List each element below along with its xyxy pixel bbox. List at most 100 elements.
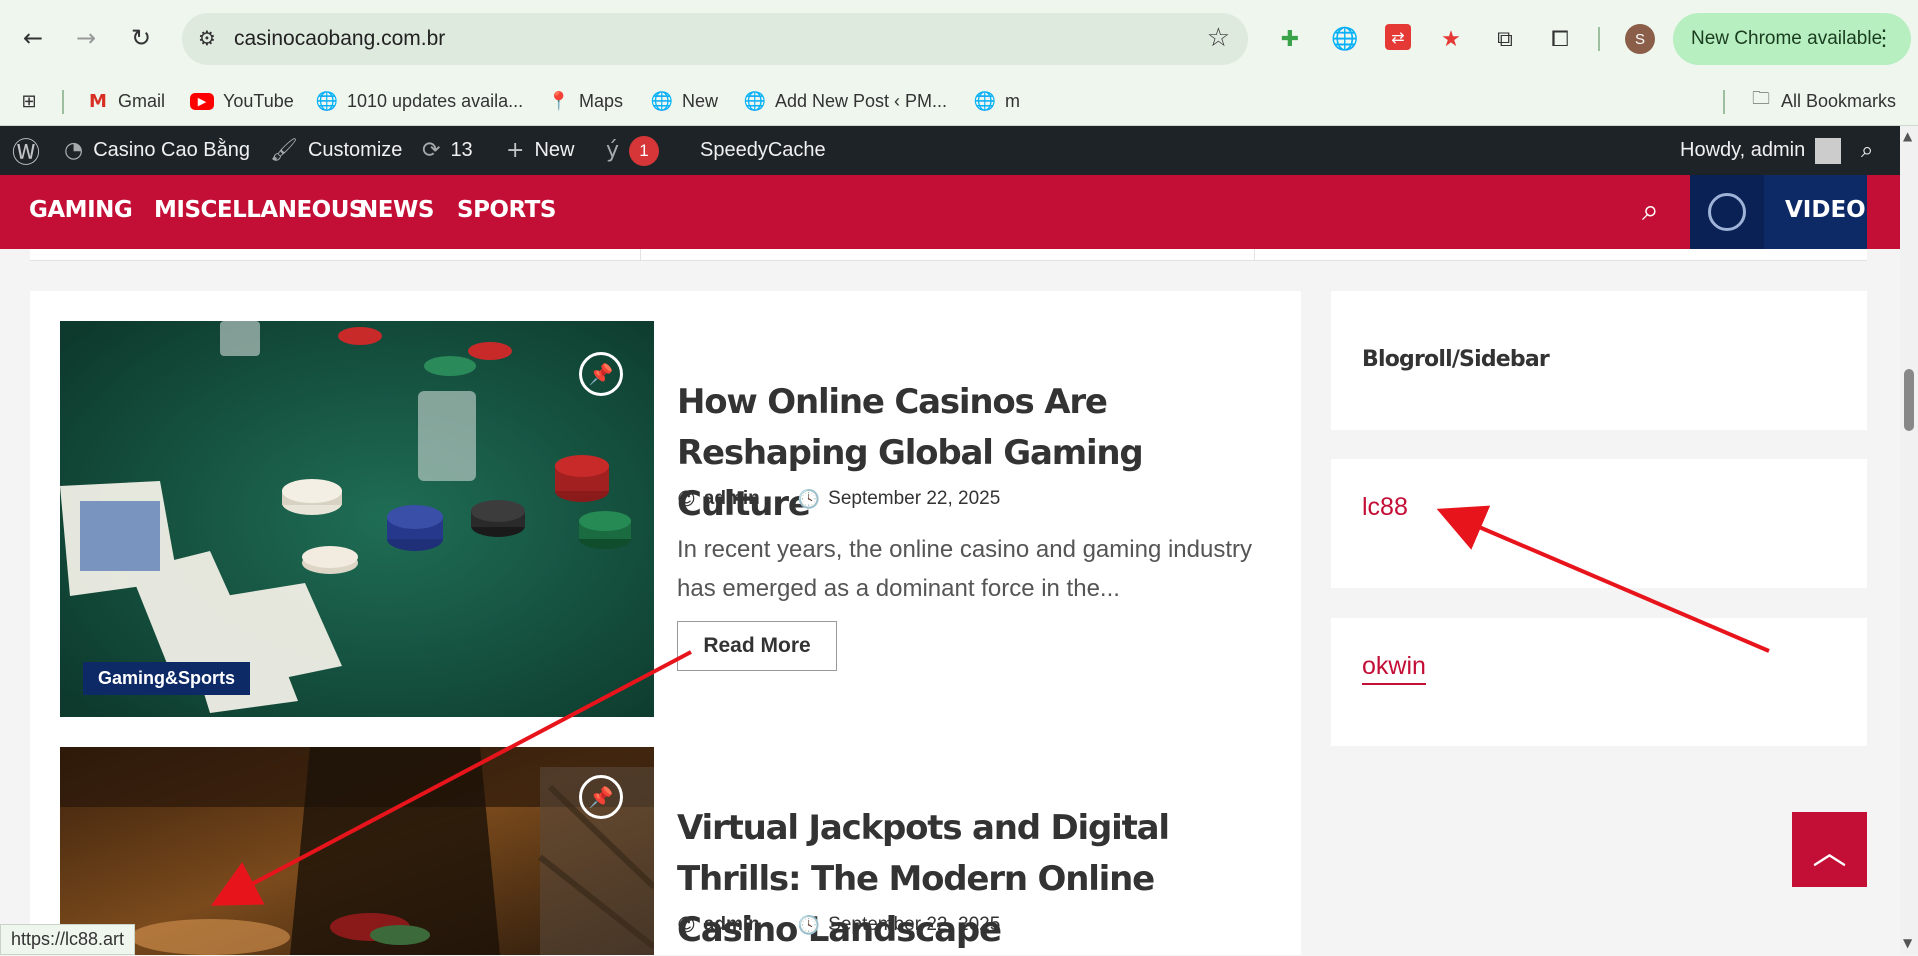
howdy-label: Howdy, admin [1680, 139, 1806, 161]
url-text[interactable]: casinocaobang.com.br [234, 27, 445, 51]
notification-badge: 1 [629, 135, 660, 166]
address-bar[interactable]: ⚙ casinocaobang.com.br ☆ [182, 13, 1248, 65]
browser-toolbar: ← → ↻ ⚙ casinocaobang.com.br ☆ ✚ 🌐 ⇄ ★ ⧉… [0, 0, 1918, 78]
apps-grid-icon[interactable]: ⊞ [18, 88, 40, 114]
menu-item-miscellaneous[interactable]: MISCELLANEOUS [154, 197, 365, 223]
dashboard-icon: ◔ [64, 138, 84, 163]
sidebar-widget: okwin [1331, 618, 1867, 746]
account-menu[interactable]: Howdy, admin [1680, 126, 1842, 175]
reload-icon[interactable]: ↻ [123, 20, 159, 56]
back-icon[interactable]: ← [15, 20, 51, 56]
post-meta: ☺ admin 🕓 September 22, 2025 [677, 488, 1000, 510]
post-thumbnail[interactable]: 📌 Gaming&Sports [60, 321, 654, 717]
video-play-area [1690, 175, 1764, 249]
bookmark-star-icon[interactable]: ☆ [1207, 23, 1230, 53]
more-menu-icon[interactable]: ⋮ [1873, 25, 1895, 51]
folder-icon: 🗀 [1752, 88, 1770, 109]
post-excerpt: In recent years, the online casino and g… [677, 536, 1253, 602]
bookmark-label: Gmail [118, 90, 166, 111]
all-bookmarks[interactable]: 🗀 All Bookmarks [1750, 88, 1896, 114]
all-bookmarks-label: All Bookmarks [1781, 90, 1897, 111]
avatar [1815, 137, 1842, 164]
video-label: VIDEO [1785, 197, 1866, 223]
extension-globe-icon[interactable]: 🌐 [1330, 24, 1360, 54]
wordpress-logo-icon[interactable]: Ⓦ [12, 126, 40, 175]
read-more-button[interactable]: Read More [677, 621, 837, 671]
bookmark-label: Add New Post ‹ PM... [775, 90, 948, 111]
status-bar-url: https://lc88.art [0, 924, 136, 955]
site-name-link[interactable]: ◔ Casino Cao Bằng [64, 126, 250, 175]
new-content-link[interactable]: + New [506, 126, 574, 175]
post-date[interactable]: September 22, 2025 [828, 914, 1000, 936]
bookmark-label: 1010 updates availa... [347, 90, 524, 111]
previous-section-strip [30, 249, 1867, 261]
plus-icon: + [506, 138, 525, 163]
globe-icon: 🌐 [743, 90, 767, 112]
bookmark-m[interactable]: 🌐 m [974, 88, 1020, 114]
extension-copy-icon[interactable]: ⧉ [1490, 24, 1520, 54]
new-chrome-button[interactable]: New Chrome available ⋮ [1673, 13, 1911, 65]
user-icon: ☺ [677, 488, 696, 510]
sticky-pin-icon: 📌 [579, 352, 623, 396]
scroll-thumb[interactable] [1904, 369, 1914, 431]
play-circle-icon [1708, 193, 1746, 231]
globe-icon: 🌐 [315, 90, 339, 112]
post-date[interactable]: September 22, 2025 [828, 488, 1000, 510]
category-badge[interactable]: Gaming&Sports [83, 662, 251, 695]
speedycache-link[interactable]: SpeedyCache [700, 126, 826, 175]
new-label: New [534, 139, 575, 161]
toolbar-divider [1598, 27, 1600, 51]
extension-plus-icon[interactable]: ✚ [1275, 24, 1305, 54]
post-author[interactable]: admin [704, 488, 760, 510]
bookmark-updates[interactable]: 🌐 1010 updates availa... [316, 88, 523, 114]
maps-icon: 📍 [547, 90, 571, 112]
bookmarks-divider [62, 90, 64, 114]
search-icon[interactable]: ⌕ [1642, 193, 1659, 228]
bookmark-label: YouTube [223, 90, 294, 111]
extensions-puzzle-icon[interactable]: ⧠ [1545, 24, 1575, 54]
bookmarks-divider [1723, 90, 1725, 114]
globe-icon: 🌐 [650, 90, 674, 112]
bookmark-label: Maps [579, 90, 624, 111]
youtube-icon: ▶ [190, 92, 214, 110]
scroll-up-icon[interactable]: ▲ [1903, 129, 1912, 143]
forward-icon[interactable]: → [68, 20, 104, 56]
sidebar-title: Blogroll/Sidebar [1362, 347, 1550, 372]
bookmark-gmail[interactable]: M Gmail [87, 88, 165, 114]
user-icon: ☺ [677, 914, 696, 936]
customize-link[interactable]: 🖌 Customize [270, 126, 402, 175]
updates-count: 13 [450, 139, 473, 161]
scroll-down-icon[interactable]: ▼ [1903, 936, 1912, 950]
post-thumbnail[interactable]: 📌 [60, 747, 654, 955]
menu-item-news[interactable]: NEWS [359, 197, 434, 223]
menu-item-sports[interactable]: SPORTS [457, 197, 556, 223]
bookmark-label: New [682, 90, 719, 111]
bookmark-youtube[interactable]: ▶ YouTube [190, 88, 294, 114]
clock-icon: 🕓 [797, 488, 821, 510]
extension-star-icon[interactable]: ★ [1436, 24, 1466, 54]
updates-link[interactable]: ⟳ 13 [422, 126, 473, 175]
new-chrome-label: New Chrome available [1691, 28, 1883, 49]
gmail-icon: M [89, 90, 107, 112]
site-info-icon[interactable]: ⚙ [198, 26, 216, 50]
sidebar-widget: lc88 [1331, 459, 1867, 588]
bookmark-maps[interactable]: 📍 Maps [548, 88, 623, 114]
yoast-seo-link[interactable]: ý 1 [606, 126, 660, 175]
post-author[interactable]: admin [704, 914, 760, 936]
admin-search-icon[interactable]: ⌕ [1861, 126, 1873, 175]
bookmark-label: m [1005, 90, 1020, 111]
page-scrollbar[interactable]: ▲ ▼ [1900, 126, 1918, 955]
post-meta: ☺ admin 🕓 September 22, 2025 [677, 914, 1000, 936]
menu-item-gaming[interactable]: GAMING [29, 197, 133, 223]
sidebar-link-okwin[interactable]: okwin [1362, 652, 1426, 685]
bookmark-new[interactable]: 🌐 New [651, 88, 718, 114]
profile-avatar[interactable]: S [1625, 24, 1655, 54]
extension-sync-icon[interactable]: ⇄ [1385, 24, 1411, 50]
bookmark-add-new-post[interactable]: 🌐 Add New Post ‹ PM... [744, 88, 947, 114]
sidebar-link-lc88[interactable]: lc88 [1362, 493, 1408, 522]
video-button[interactable]: VIDEO [1690, 175, 1867, 249]
updates-icon: ⟳ [422, 138, 441, 163]
yoast-icon: ý [606, 138, 620, 163]
globe-icon: 🌐 [973, 90, 997, 112]
back-to-top-button[interactable]: ︿ [1792, 812, 1867, 887]
